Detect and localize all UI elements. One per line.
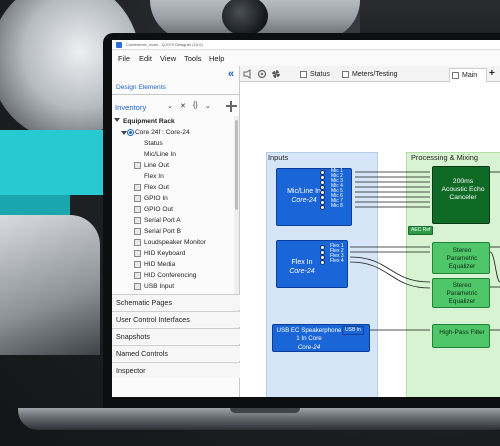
window-title: Conference_room - Q-SYS Designer (10.0) (126, 42, 203, 47)
component-icon (134, 217, 141, 224)
inventory-expand-icon[interactable]: ⌄ (167, 102, 173, 110)
tree-item[interactable]: Flex In (134, 171, 164, 182)
tree-item-status[interactable]: Status (134, 138, 163, 149)
tree-item[interactable]: HID Conferencing (134, 270, 196, 281)
menu-view[interactable]: View (160, 53, 176, 64)
add-tab-icon[interactable]: + (489, 67, 495, 80)
port-label: Mic 8 (331, 203, 343, 209)
collapse-panel-icon[interactable]: « (224, 68, 238, 81)
component-icon (134, 195, 141, 202)
emulate-icon[interactable] (243, 69, 253, 79)
tree-item[interactable]: Serial Port A (134, 215, 181, 226)
status-page-icon (300, 71, 307, 78)
component-icon (134, 184, 141, 191)
tree-equipment-rack[interactable]: Equipment Rack (114, 116, 175, 127)
add-inventory-icon[interactable] (226, 101, 237, 112)
block-subtitle: Core-24 (297, 344, 321, 351)
scrollbar-thumb[interactable] (235, 120, 238, 210)
core-status-icon (127, 129, 134, 136)
wire (489, 251, 500, 283)
background-cyan-panel (0, 130, 120, 195)
laptop-hinge-notch (230, 408, 300, 413)
inventory-close-icon[interactable]: ✕ (180, 102, 186, 110)
page-tabs-bar: Status Meters/Testing Main + (240, 66, 500, 82)
component-icon (134, 162, 141, 169)
section-user-control-interfaces[interactable]: User Control Interfaces (112, 311, 240, 327)
wire (349, 261, 431, 289)
tree-item[interactable]: USB Input (134, 281, 174, 292)
section-snapshots[interactable]: Snapshots (112, 328, 240, 344)
tab-status[interactable]: Status (298, 68, 336, 82)
tree-item[interactable]: Mic/Line In (134, 149, 176, 160)
background-cyan-strip (0, 195, 70, 215)
port-pin[interactable] (320, 260, 325, 265)
meters-page-icon (342, 71, 349, 78)
menu-bar: File Edit View Tools Help (112, 51, 500, 66)
parametric-equalizer-block-1[interactable]: Stereo Parametric Equalizer (432, 242, 490, 274)
background-cushion (0, 215, 100, 355)
block-title: Flex In (291, 259, 313, 266)
component-icon (134, 261, 141, 268)
tree-item[interactable]: GPIO In (134, 193, 168, 204)
panel-divider (112, 94, 240, 95)
inventory-label[interactable]: Inventory (115, 103, 146, 112)
acoustic-echo-canceler-block[interactable]: 200ms Acoustic Echo Canceler (432, 166, 490, 224)
refresh-icon[interactable] (257, 69, 267, 79)
section-named-controls[interactable]: Named Controls (112, 345, 240, 361)
tab-meters-testing[interactable]: Meters/Testing (340, 68, 410, 82)
window-titlebar: Conference_room - Q-SYS Designer (10.0) (112, 40, 500, 50)
block-title: Stereo Parametric Equalizer (446, 247, 478, 270)
app-icon (116, 42, 122, 48)
component-icon (134, 206, 141, 213)
component-icon (134, 239, 141, 246)
block-title: 200ms Acoustic Echo Canceler (441, 178, 485, 201)
menu-file[interactable]: File (118, 53, 130, 64)
design-elements-header[interactable]: Design Elements (116, 84, 166, 91)
laptop-screen: Conference_room - Q-SYS Designer (10.0) … (112, 40, 500, 397)
tree-item[interactable]: Flex Out (134, 182, 169, 193)
tree-item[interactable]: HID Media (134, 259, 175, 270)
parametric-equalizer-block-2[interactable]: Stereo Parametric Equalizer (432, 278, 490, 308)
tree-item[interactable]: HID Keyboard (134, 248, 185, 259)
main-page-icon (452, 72, 459, 79)
tree-core[interactable]: Core 24f : Core-24 (121, 127, 190, 138)
usb-in-port[interactable]: USB In (342, 326, 364, 335)
tree-item[interactable]: GPIO Out (134, 204, 173, 215)
port-pin[interactable] (320, 205, 325, 210)
wire (349, 256, 431, 283)
component-icon (134, 250, 141, 257)
inventory-menu-icon[interactable]: ⌄ (205, 102, 211, 110)
tree-item[interactable]: Line Out (134, 160, 169, 171)
block-subtitle: Core-24 (289, 268, 315, 275)
port-label: Flex 4 (330, 258, 344, 264)
component-icon (134, 272, 141, 279)
block-title: High-Pass Filter (439, 329, 485, 336)
inventory-braces-icon[interactable]: {} (193, 102, 198, 109)
block-title: USB EC Speakerphone 1 In Core (276, 327, 342, 342)
menu-edit[interactable]: Edit (139, 53, 152, 64)
menu-tools[interactable]: Tools (184, 53, 202, 64)
menu-help[interactable]: Help (209, 53, 224, 64)
tree-item[interactable]: Loudspeaker Monitor (134, 237, 206, 248)
section-inspector[interactable]: Inspector (112, 362, 240, 378)
tree-item[interactable]: Serial Port B (134, 226, 181, 237)
expand-triangle-icon (114, 118, 120, 122)
fan-icon[interactable] (271, 69, 281, 79)
block-title: Stereo Parametric Equalizer (446, 282, 478, 305)
aec-ref-port[interactable]: AEC Ref (408, 226, 434, 235)
tab-main[interactable]: Main (449, 68, 487, 82)
design-elements-panel: « Design Elements Inventory ⌄ ✕ {} ⌄ Equ… (112, 66, 240, 397)
component-icon (134, 228, 141, 235)
component-icon (134, 283, 141, 290)
section-schematic-pages[interactable]: Schematic Pages (112, 294, 240, 310)
high-pass-filter-block[interactable]: High-Pass Filter (432, 324, 490, 348)
schematic-canvas[interactable]: Inputs Processing & Mixing Mic/Line In C… (240, 82, 500, 397)
